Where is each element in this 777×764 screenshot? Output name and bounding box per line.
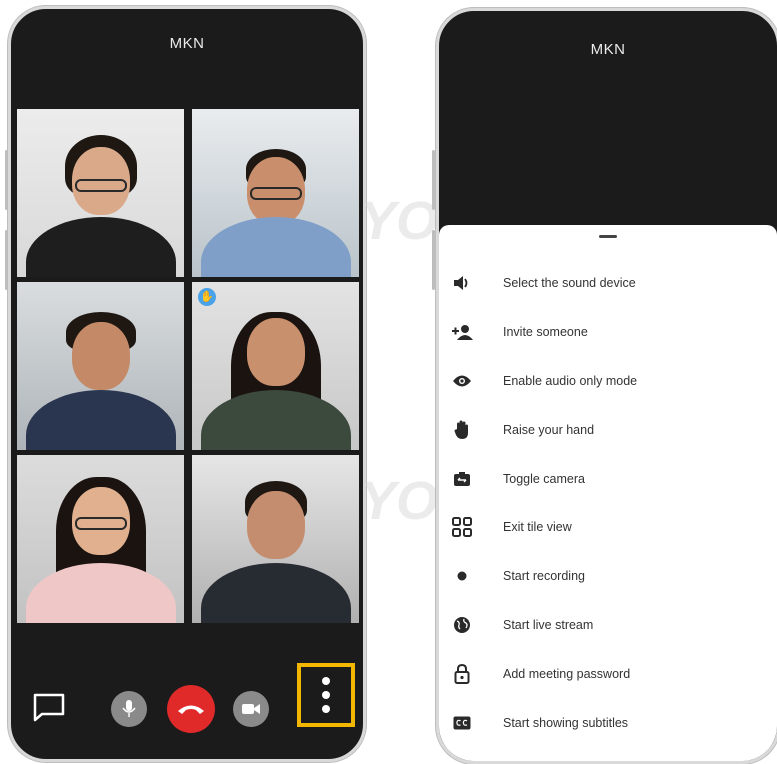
menu-item-start-recording[interactable]: Start recording bbox=[439, 552, 777, 601]
more-vertical-icon bbox=[322, 677, 330, 685]
hangup-button[interactable] bbox=[167, 685, 215, 733]
participant-tile[interactable] bbox=[17, 109, 184, 277]
menu-item-label: Start live stream bbox=[503, 617, 594, 632]
chat-button[interactable] bbox=[31, 691, 67, 723]
menu-item-audio-only[interactable]: Enable audio only mode bbox=[439, 357, 777, 406]
grid-icon bbox=[451, 516, 473, 538]
closed-captions-icon bbox=[451, 712, 473, 734]
side-button bbox=[432, 150, 435, 210]
menu-item-label: Exit tile view bbox=[503, 520, 572, 535]
menu-item-label: Start showing subtitles bbox=[503, 715, 629, 730]
watermark: YO bbox=[360, 191, 439, 251]
menu-item-toggle-camera[interactable]: Toggle camera bbox=[439, 454, 777, 503]
menu-item-meeting-password[interactable]: Add meeting password bbox=[439, 649, 777, 698]
watermark: YO bbox=[360, 471, 439, 531]
more-options-button[interactable] bbox=[297, 663, 355, 727]
participant-tile[interactable] bbox=[17, 455, 184, 623]
microphone-icon bbox=[122, 700, 136, 717]
add-person-icon bbox=[451, 321, 473, 343]
hand-icon bbox=[451, 419, 473, 441]
menu-item-label: Raise your hand bbox=[503, 422, 595, 437]
chat-icon bbox=[33, 693, 65, 722]
lock-icon bbox=[451, 663, 473, 685]
camera-button[interactable] bbox=[233, 691, 269, 727]
participant-tile[interactable] bbox=[17, 282, 184, 450]
switch-camera-icon bbox=[451, 468, 473, 490]
call-toolbar bbox=[11, 663, 363, 733]
phone-left: MKN ✋ bbox=[8, 6, 366, 762]
side-button bbox=[5, 150, 8, 210]
side-button bbox=[432, 230, 435, 290]
eye-icon bbox=[451, 370, 473, 392]
phone-right: MKN Select the sound device Invite someo… bbox=[436, 8, 777, 764]
menu-item-raise-hand[interactable]: Raise your hand bbox=[439, 405, 777, 454]
menu-item-invite[interactable]: Invite someone bbox=[439, 308, 777, 357]
hangup-icon bbox=[178, 705, 204, 714]
conference-title: MKN bbox=[169, 35, 205, 52]
menu-item-exit-tile-view[interactable]: Exit tile view bbox=[439, 503, 777, 552]
menu-item-label: Select the sound device bbox=[503, 276, 636, 291]
menu-item-live-stream[interactable]: Start live stream bbox=[439, 601, 777, 650]
menu-item-sound-device[interactable]: Select the sound device bbox=[439, 259, 777, 308]
microphone-button[interactable] bbox=[111, 691, 147, 727]
speaker-icon bbox=[451, 272, 473, 294]
menu-item-label: Enable audio only mode bbox=[503, 373, 638, 388]
record-icon bbox=[451, 565, 473, 587]
globe-icon bbox=[451, 614, 473, 636]
conference-title: MKN bbox=[590, 41, 626, 58]
menu-item-label: Add meeting password bbox=[503, 666, 631, 681]
hand-raised-icon: ✋ bbox=[198, 288, 216, 306]
sheet-handle[interactable] bbox=[599, 235, 617, 238]
participant-tile[interactable] bbox=[192, 455, 359, 623]
menu-item-label: Start recording bbox=[503, 569, 585, 584]
menu-item-label: Toggle camera bbox=[503, 471, 585, 486]
participant-tile[interactable] bbox=[192, 109, 359, 277]
options-menu: Select the sound device Invite someone E… bbox=[439, 259, 777, 747]
menu-item-label: Invite someone bbox=[503, 325, 588, 340]
menu-item-subtitles[interactable]: Start showing subtitles bbox=[439, 698, 777, 747]
options-sheet: Select the sound device Invite someone E… bbox=[439, 225, 777, 761]
camera-icon bbox=[242, 704, 260, 714]
side-button bbox=[5, 230, 8, 290]
participant-tile[interactable]: ✋ bbox=[192, 282, 359, 450]
video-grid: ✋ bbox=[17, 109, 359, 623]
